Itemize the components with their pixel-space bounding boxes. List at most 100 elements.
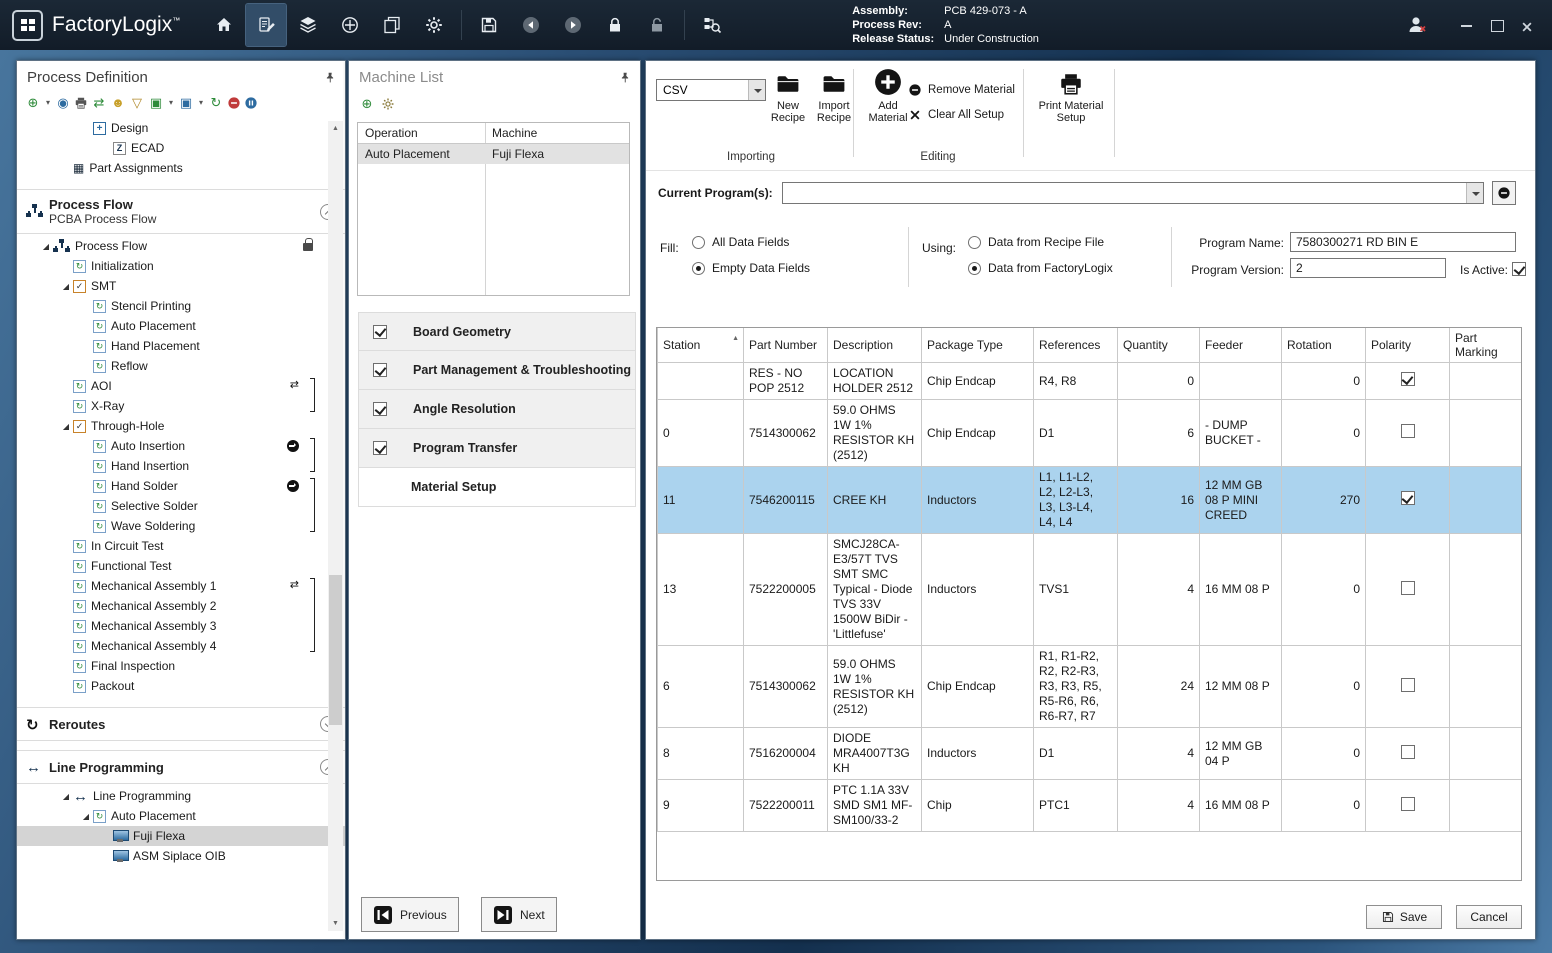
tree-item-fuji-flexa[interactable]: Fuji Flexa — [17, 826, 345, 846]
toolbar-suspend-icon[interactable] — [244, 96, 258, 110]
tree-item-mechanical-assembly-4[interactable]: ↻Mechanical Assembly 4 — [17, 636, 345, 656]
import-recipe-button[interactable]: Import Recipe — [810, 71, 858, 124]
polarity-checkbox[interactable] — [1401, 797, 1415, 811]
cancel-button[interactable]: Cancel — [1456, 905, 1522, 929]
column-header-quantity[interactable]: Quantity — [1118, 328, 1200, 363]
toolbar-print-icon[interactable] — [74, 96, 88, 110]
material-row[interactable]: 6751430006259.0 OHMS 1W 1% RESISTOR KH (… — [658, 646, 1522, 728]
column-header-feeder[interactable]: Feeder — [1200, 328, 1282, 363]
documents-button[interactable] — [372, 4, 412, 46]
tree-item-auto-insertion[interactable]: ↻Auto Insertion — [17, 436, 345, 456]
tree-item-through-hole[interactable]: ◢✓Through-Hole — [17, 416, 345, 436]
back-button[interactable] — [511, 4, 551, 46]
section-checkbox[interactable] — [373, 402, 387, 416]
material-row[interactable]: 0751430006259.0 OHMS 1W 1% RESISTOR KH (… — [658, 400, 1522, 467]
expander-icon[interactable]: ◢ — [59, 792, 73, 801]
toolbar-add-icon[interactable]: ⊕ — [25, 95, 41, 111]
toolbar-import-caret-icon[interactable]: ▾ — [197, 95, 205, 111]
navigator-button[interactable] — [330, 4, 370, 46]
tree-item-x-ray[interactable]: ↻X-Ray — [17, 396, 345, 416]
new-recipe-button[interactable]: New Recipe — [764, 71, 812, 124]
section-checkbox[interactable] — [373, 325, 387, 339]
polarity-checkbox[interactable] — [1401, 745, 1415, 759]
tree-item-auto-placement[interactable]: ◢↻Auto Placement — [17, 806, 345, 826]
polarity-checkbox[interactable] — [1401, 678, 1415, 692]
save-button[interactable]: Save — [1366, 905, 1442, 929]
lock-button[interactable] — [595, 4, 635, 46]
column-header-part-number[interactable]: Part Number — [744, 328, 828, 363]
home-button[interactable] — [204, 4, 244, 46]
column-header-references[interactable]: References — [1034, 328, 1118, 363]
section-tab-board-geometry[interactable]: Board Geometry — [358, 312, 636, 351]
tree-item-hand-placement[interactable]: ↻Hand Placement — [17, 336, 345, 356]
tree-item-hand-insertion[interactable]: ↻Hand Insertion — [17, 456, 345, 476]
tree-item-wave-soldering[interactable]: ↻Wave Soldering — [17, 516, 345, 536]
polarity-checkbox[interactable] — [1401, 581, 1415, 595]
section-tab-material-setup[interactable]: Material Setup — [358, 468, 636, 507]
unlock-button[interactable] — [637, 4, 677, 46]
tree-item-selective-solder[interactable]: ↻Selective Solder — [17, 496, 345, 516]
current-programs-select[interactable] — [782, 182, 1484, 204]
tree-item-mechanical-assembly-3[interactable]: ↻Mechanical Assembly 3 — [17, 616, 345, 636]
toolbar-configure-icon[interactable] — [381, 97, 395, 111]
material-row[interactable]: 97522200011PTC 1.1A 33V SMD SM1 MF-SM100… — [658, 780, 1522, 832]
tree-item-auto-placement[interactable]: ↻Auto Placement — [17, 316, 345, 336]
column-header-package-type[interactable]: Package Type — [922, 328, 1034, 363]
column-header-rotation[interactable]: Rotation — [1282, 328, 1366, 363]
previous-button[interactable]: Previous — [361, 897, 459, 932]
toolbar-approve-icon[interactable]: ↻ — [208, 95, 224, 111]
section-tab-part-management-troubleshooting[interactable]: Part Management & Troubleshooting — [358, 351, 636, 390]
tree-item-initialization[interactable]: ↻Initialization — [17, 256, 345, 276]
tree-item-packout[interactable]: ↻Packout — [17, 676, 345, 696]
clear-all-setup-button[interactable]: Clear All Setup — [908, 108, 1004, 122]
program-version-input[interactable] — [1290, 258, 1446, 278]
dropdown-caret-icon[interactable] — [748, 80, 765, 100]
reroutes-section-header[interactable]: Reroutes — [17, 707, 345, 741]
tree-item-part-assignments[interactable]: ▦Part Assignments — [17, 158, 345, 178]
maximize-button[interactable] — [1490, 18, 1504, 32]
toolbar-export-icon[interactable]: ▣ — [148, 95, 164, 111]
column-header-part-marking[interactable]: Part Marking — [1450, 328, 1522, 363]
print-material-setup-button[interactable]: Print Material Setup — [1034, 71, 1108, 124]
process-flow-section-header[interactable]: Process Flow PCBA Process Flow — [17, 189, 345, 234]
toolbar-add-icon[interactable]: ⊕ — [359, 96, 375, 112]
tree-item-stencil-printing[interactable]: ↻Stencil Printing — [17, 296, 345, 316]
section-checkbox[interactable] — [373, 441, 387, 455]
scroll-down-icon[interactable] — [328, 916, 343, 931]
pin-icon[interactable] — [618, 71, 632, 85]
radio-all-data-fields[interactable]: All Data Fields — [692, 229, 810, 255]
radio-data-from-factorylogix[interactable]: Data from FactoryLogix — [968, 255, 1113, 281]
is-active-checkbox[interactable] — [1512, 262, 1526, 276]
process-layers-button[interactable] — [288, 4, 328, 46]
tree-item-line-programming[interactable]: ◢Line Programming — [17, 786, 345, 806]
column-header-operation[interactable]: Operation — [358, 123, 485, 144]
scrollbar-thumb[interactable] — [329, 575, 342, 725]
section-tab-program-transfer[interactable]: Program Transfer — [358, 429, 636, 468]
tree-item-mechanical-assembly-2[interactable]: ↻Mechanical Assembly 2 — [17, 596, 345, 616]
settings-button[interactable] — [414, 4, 454, 46]
tree-item-final-inspection[interactable]: ↻Final Inspection — [17, 656, 345, 676]
tree-item-process-flow[interactable]: ◢Process Flow — [17, 236, 345, 256]
minimize-button[interactable] — [1460, 18, 1474, 32]
toolbar-user-icon[interactable]: ☻ — [110, 95, 126, 111]
machine-row[interactable]: Auto Placement Fuji Flexa — [358, 144, 629, 164]
expander-icon[interactable]: ◢ — [59, 422, 73, 431]
radio-data-from-recipe-file[interactable]: Data from Recipe File — [968, 229, 1113, 255]
polarity-checkbox[interactable] — [1401, 424, 1415, 438]
line-programming-section-header[interactable]: Line Programming — [17, 750, 345, 784]
column-header-machine[interactable]: Machine — [485, 123, 629, 144]
tree-item-functional-test[interactable]: ↻Functional Test — [17, 556, 345, 576]
tree-item-smt[interactable]: ◢✓SMT — [17, 276, 345, 296]
tree-item-design[interactable]: +Design — [17, 118, 345, 138]
toolbar-import-icon[interactable]: ▣ — [178, 95, 194, 111]
tree-item-in-circuit-test[interactable]: ↻In Circuit Test — [17, 536, 345, 556]
tree-item-hand-solder[interactable]: ↻Hand Solder — [17, 476, 345, 496]
close-button[interactable] — [1520, 18, 1534, 32]
material-row[interactable]: RES - NO POP 2512LOCATION HOLDER 2512Chi… — [658, 363, 1522, 400]
format-select[interactable]: CSV — [656, 79, 766, 101]
pin-icon[interactable] — [323, 71, 337, 85]
vertical-scrollbar[interactable] — [328, 121, 343, 931]
toolbar-compare-icon[interactable]: ⇄ — [91, 95, 107, 111]
toolbar-export-caret-icon[interactable]: ▾ — [167, 95, 175, 111]
tree-item-asm-siplace-oib[interactable]: ASM Siplace OIB — [17, 846, 345, 866]
